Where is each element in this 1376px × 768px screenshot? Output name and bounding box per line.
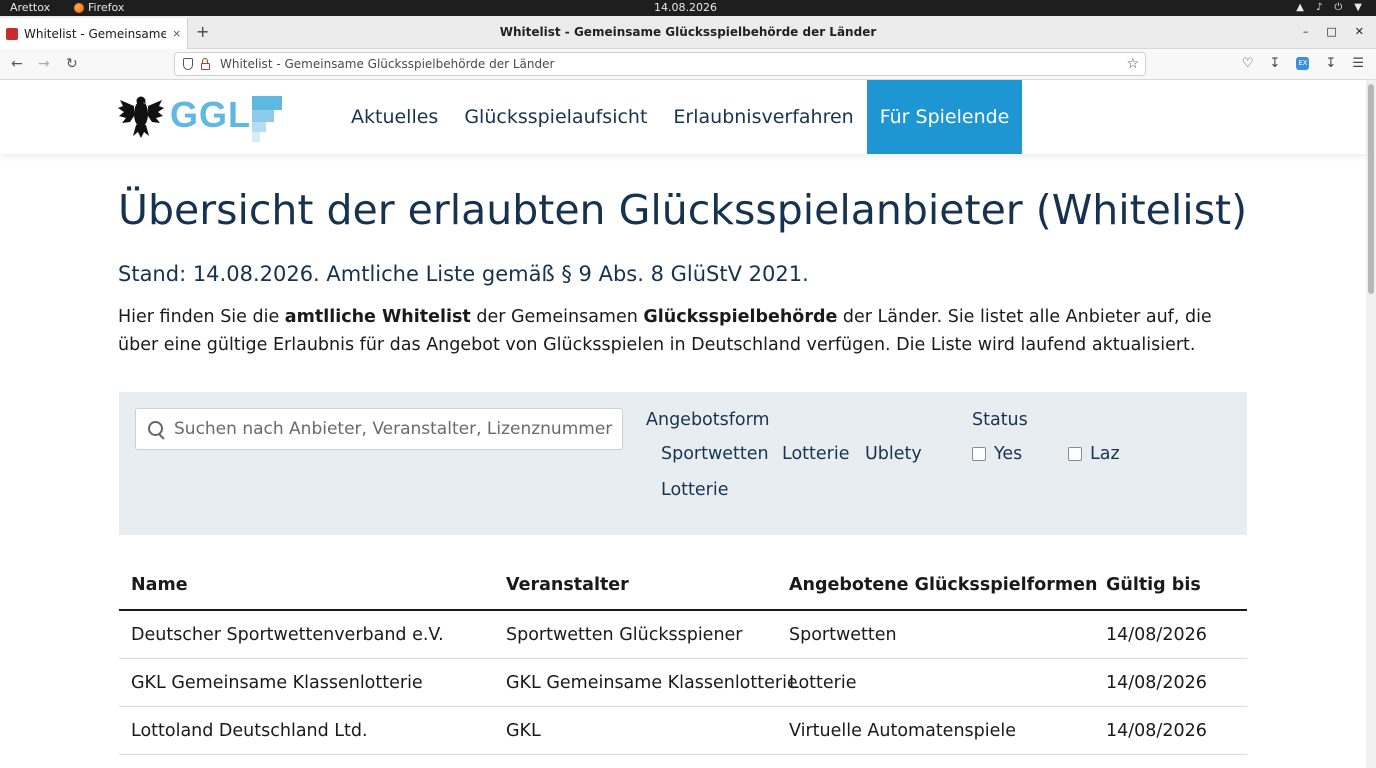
cell-offer-type: Sportwetten: [789, 625, 897, 645]
column-header-valid-until[interactable]: Gültig bis: [1106, 575, 1201, 595]
save-icon[interactable]: ↧: [1325, 56, 1336, 71]
intro-bold-authority: Glücksspielbehörde: [643, 307, 838, 327]
intro-text: Hier finden Sie die: [118, 307, 285, 327]
nav-aktuelles[interactable]: Aktuelles: [338, 80, 451, 154]
url-text[interactable]: Whitelist - Gemeinsame Glücksspielbehörd…: [220, 57, 554, 71]
forward-arrow-icon[interactable]: →: [38, 56, 50, 72]
cell-offer-type: Virtuelle Automatenspiele: [789, 721, 1017, 741]
nav-gluecksspielaufsicht[interactable]: Glücksspielaufsicht: [451, 80, 660, 154]
minimize-icon[interactable]: –: [1303, 25, 1309, 38]
window-controls: – □ ✕: [1303, 25, 1364, 38]
new-tab-button[interactable]: +: [196, 24, 209, 40]
cell-operator: GKL: [506, 721, 541, 741]
maximize-icon[interactable]: □: [1326, 25, 1336, 38]
tab-close-icon[interactable]: ×: [172, 27, 181, 40]
search-icon: [148, 421, 164, 437]
os-app-name[interactable]: Arettox: [10, 1, 50, 14]
close-window-icon[interactable]: ✕: [1355, 25, 1364, 38]
tracking-shield-icon[interactable]: [183, 58, 193, 70]
toolbar-right: ♡ ↧ EX ↧ ☰: [1242, 56, 1364, 71]
offer-option-lotterie-2[interactable]: Lotterie: [661, 480, 728, 500]
power-icon[interactable]: ⏻: [1334, 0, 1342, 16]
filter-panel: Angebotsform Sportwetten Lotterie Ublety…: [119, 392, 1247, 535]
browser-tab-active[interactable]: Whitelist - Gemeinsame Glücksspielbehörd…: [0, 18, 188, 49]
table-row[interactable]: GKL Gemeinsame Klassenlotterie GKL Gemei…: [119, 659, 1247, 707]
menu-icon[interactable]: ▼: [1354, 0, 1362, 16]
site-logo[interactable]: GGL: [118, 92, 288, 148]
cell-name: Lottoland Deutschland Ltd.: [131, 721, 368, 741]
nav-erlaubnisverfahren[interactable]: Erlaubnisverfahren: [660, 80, 866, 154]
back-arrow-icon[interactable]: ←: [11, 56, 23, 72]
status-checkbox-laz[interactable]: Laz: [1068, 444, 1120, 464]
intro-bold-whitelist: amtlliche Whitelist: [284, 307, 471, 327]
table-row[interactable]: Lottoland Deutschland Ltd. GKL Virtuelle…: [119, 707, 1247, 755]
offer-option-ublety[interactable]: Ublety: [865, 444, 922, 464]
os-clock[interactable]: 14.08.2026: [654, 1, 717, 14]
main-navigation: Aktuelles Glücksspielaufsicht Erlaubnisv…: [338, 80, 1023, 154]
search-input[interactable]: [174, 419, 614, 439]
url-bar[interactable]: Whitelist - Gemeinsame Glücksspielbehörd…: [174, 52, 1146, 76]
pocket-icon[interactable]: ♡: [1242, 56, 1254, 71]
cell-name: GKL Gemeinsame Klassenlotterie: [131, 673, 423, 693]
os-browser-name: Firefox: [88, 1, 125, 14]
checkbox-box[interactable]: [1068, 447, 1082, 461]
column-header-offer-types[interactable]: Angebotene Glücksspielformen: [789, 575, 1098, 595]
status-label: Status: [972, 410, 1028, 430]
checkbox-label: Laz: [1090, 444, 1120, 464]
volume-icon[interactable]: ♪: [1316, 0, 1322, 16]
cell-valid-until: 14/08/2026: [1106, 673, 1207, 693]
page-scrollbar[interactable]: [1366, 80, 1376, 768]
extension-icon[interactable]: EX: [1296, 57, 1310, 70]
logo-mark-icon: [252, 96, 282, 142]
network-icon[interactable]: ▲: [1296, 0, 1304, 16]
cell-valid-until: 14/08/2026: [1106, 721, 1207, 741]
insecure-lock-icon[interactable]: [201, 57, 210, 70]
nav-fuer-spielende[interactable]: Für Spielende: [866, 80, 1023, 154]
os-top-bar: Arettox Firefox 14.08.2026 ▲ ♪ ⏻ ▼: [0, 0, 1376, 16]
checkbox-box[interactable]: [972, 447, 986, 461]
bookmark-star-icon[interactable]: ☆: [1126, 56, 1139, 72]
browser-nav-bar: ← → ↻ Whitelist - Gemeinsame Glücksspiel…: [0, 49, 1376, 80]
firefox-icon: [74, 2, 84, 13]
hamburger-menu-icon[interactable]: ☰: [1352, 56, 1364, 71]
offer-type-label: Angebotsform: [646, 410, 770, 430]
tab-title: Whitelist - Gemeinsame Glücksspielbehörd…: [24, 26, 166, 41]
site-favicon-icon: [6, 27, 18, 40]
whitelist-table: Name Veranstalter Angebotene Glücksspiel…: [119, 562, 1247, 755]
intro-text: der Gemeinsamen: [470, 307, 644, 327]
reload-icon[interactable]: ↻: [66, 56, 78, 72]
column-header-operator[interactable]: Veranstalter: [506, 575, 629, 595]
page-title: Übersicht der erlaubten Glücksspielanbie…: [118, 186, 1248, 234]
column-header-name[interactable]: Name: [131, 575, 188, 595]
scrollbar-thumb[interactable]: [1368, 84, 1374, 294]
cell-offer-type: Lotterie: [789, 673, 857, 693]
checkbox-label: Yes: [994, 444, 1023, 464]
federal-eagle-icon: [118, 96, 164, 138]
browser-tab-bar: Whitelist - Gemeinsame Glücksspielbehörd…: [0, 16, 1376, 49]
cell-operator: GKL Gemeinsame Klassenlotterie: [506, 673, 798, 693]
offer-option-lotterie[interactable]: Lotterie: [782, 444, 849, 464]
offer-option-sportwetten[interactable]: Sportwetten: [661, 444, 769, 464]
cell-operator: Sportwetten Glücksspiener: [506, 625, 743, 645]
downloads-icon[interactable]: ↧: [1270, 56, 1281, 71]
logo-text: GGL: [170, 94, 251, 135]
search-box[interactable]: [135, 408, 623, 450]
status-checkbox-yes[interactable]: Yes: [972, 444, 1022, 464]
table-row[interactable]: Deutscher Sportwettenverband e.V. Sportw…: [119, 611, 1247, 659]
cell-name: Deutscher Sportwettenverband e.V.: [131, 625, 444, 645]
cell-valid-until: 14/08/2026: [1106, 625, 1207, 645]
site-header: GGL Aktuelles Glücksspielaufsicht Erlaub…: [0, 80, 1366, 154]
page-subtitle: Stand: 14.08.2026. Amtliche Liste gemäß …: [118, 262, 809, 286]
os-tray: ▲ ♪ ⏻ ▼: [1296, 0, 1362, 16]
os-browser-launcher[interactable]: Firefox: [74, 1, 124, 14]
intro-paragraph: Hier finden Sie die amtlliche Whitelist …: [118, 303, 1253, 359]
table-header-row: Name Veranstalter Angebotene Glücksspiel…: [119, 562, 1247, 611]
